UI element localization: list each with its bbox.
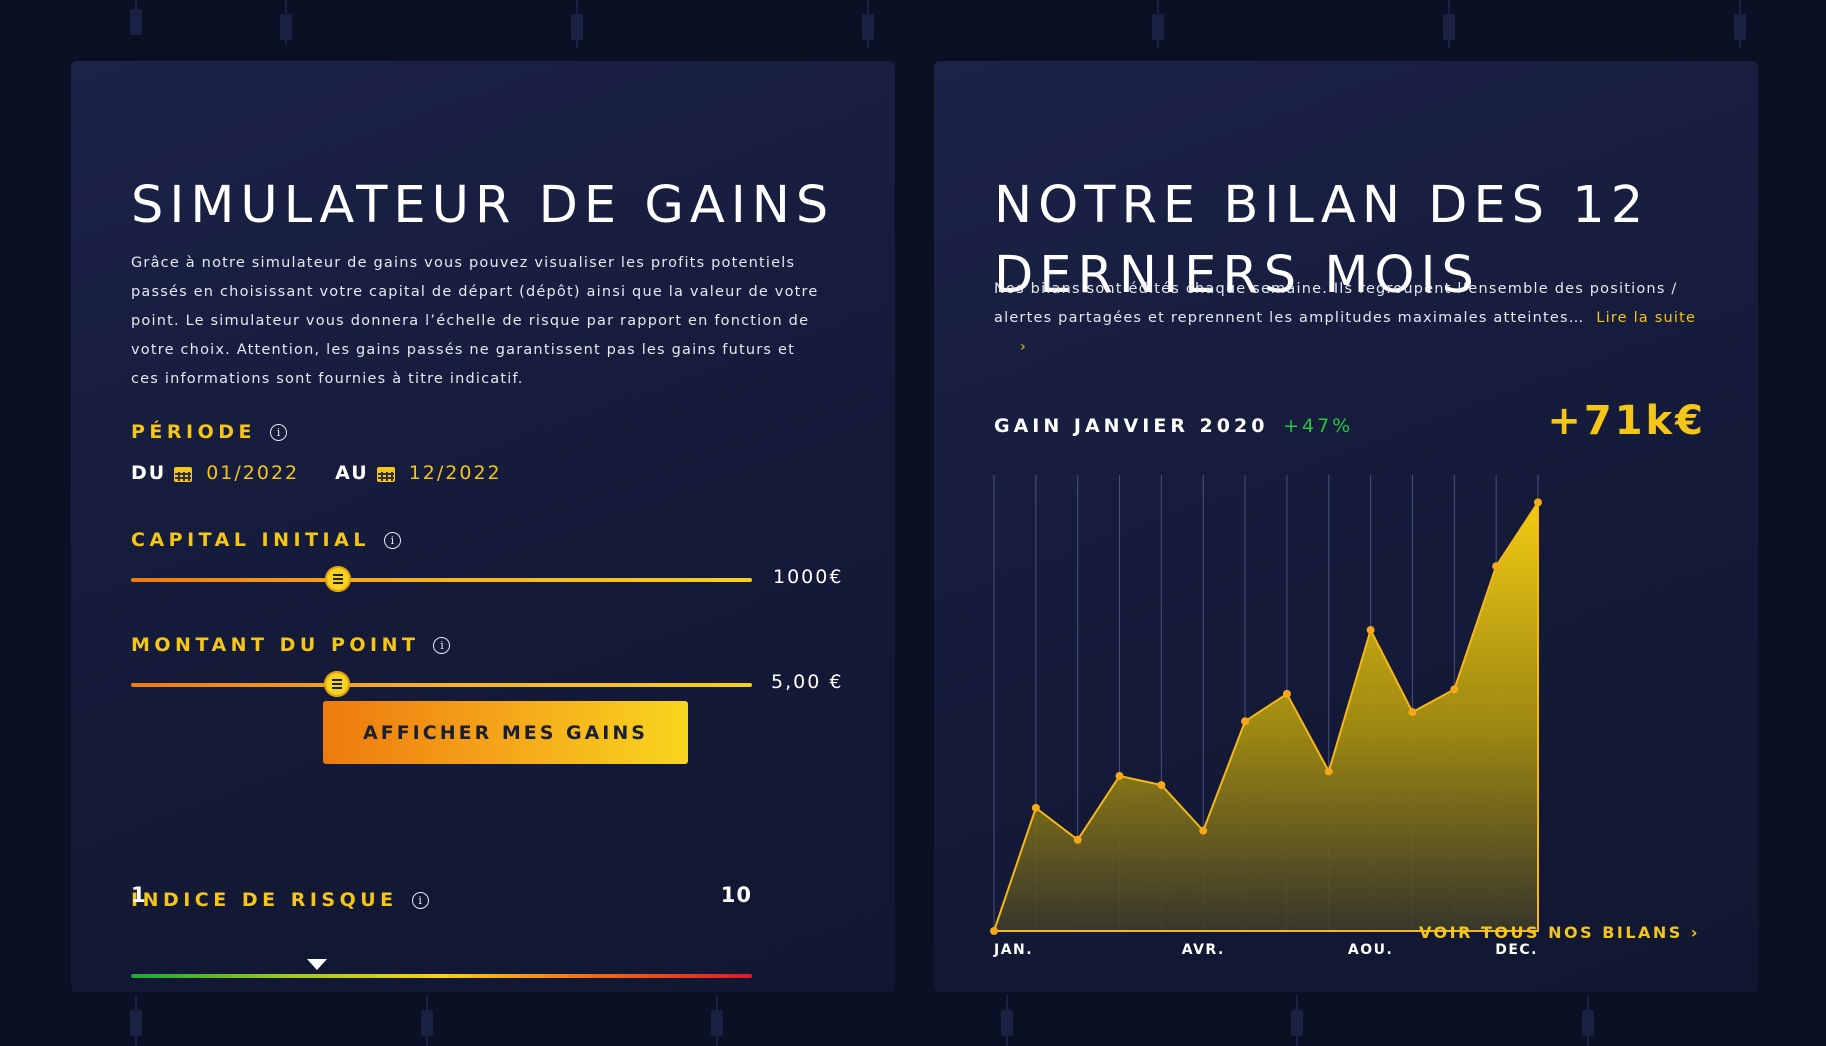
chart-x-tick-label: AOU.	[1348, 942, 1393, 958]
chart-point	[990, 927, 998, 935]
chart-point	[1366, 626, 1375, 635]
risk-scale	[131, 974, 752, 978]
gain-simulator-card: SIMULATEUR DE GAINS Grâce à notre simula…	[71, 61, 895, 992]
period-label: PÉRIODE	[131, 421, 257, 443]
chart-point	[1324, 767, 1333, 776]
point-slider-thumb[interactable]	[323, 671, 350, 697]
calendar-icon[interactable]	[174, 464, 193, 482]
chart-point	[1157, 781, 1166, 790]
chart-point	[1408, 708, 1417, 717]
chart-point	[1241, 717, 1250, 726]
chart-point	[1534, 498, 1542, 507]
chart-point	[1282, 689, 1291, 698]
capital-label-row: CAPITAL INITIAL i	[131, 529, 401, 551]
info-icon[interactable]: i	[383, 531, 401, 549]
gains-area-chart: JAN. AVR. AOU. DEC.	[990, 475, 1542, 958]
period-to-input[interactable]: 12/2022	[409, 462, 502, 484]
capital-value: 1000€	[773, 566, 844, 588]
period-from-input[interactable]: 01/2022	[206, 462, 299, 484]
point-slider[interactable]	[131, 671, 752, 697]
chart-point	[1199, 826, 1208, 835]
chart-point	[1073, 835, 1082, 844]
capital-slider-thumb[interactable]	[324, 566, 351, 592]
annual-report-card: NOTRE BILAN DES 12 DERNIERS MOIS Nos bil…	[934, 61, 1758, 992]
simulator-title: SIMULATEUR DE GAINS	[131, 176, 835, 235]
show-gains-button[interactable]: AFFICHER MES GAINS	[323, 701, 688, 764]
chart-point	[1450, 685, 1459, 694]
point-label: MONTANT DU POINT	[131, 634, 420, 656]
risk-max: 10	[720, 883, 752, 907]
chart-series-area	[992, 499, 1539, 932]
chart-point	[1492, 562, 1501, 571]
chart-point	[1115, 771, 1124, 780]
risk-min: 1	[131, 883, 147, 907]
point-value: 5,00 €	[771, 671, 844, 693]
period-from-label: DU	[131, 462, 167, 484]
chart-x-tick-label: AVR.	[1182, 942, 1225, 958]
risk-label: INDICE DE RISQUE	[131, 889, 398, 911]
period-label-row: PÉRIODE i	[131, 421, 288, 443]
chart-x-tick-label: JAN.	[993, 942, 1033, 958]
simulator-description: Grâce à notre simulateur de gains vous p…	[131, 255, 819, 387]
calendar-icon[interactable]	[376, 464, 395, 482]
period-selector: DU 01/2022 AU 12/2022	[131, 462, 502, 484]
info-icon[interactable]: i	[270, 423, 288, 441]
risk-label-row: INDICE DE RISQUE i	[131, 889, 429, 911]
capital-label: CAPITAL INITIAL	[131, 529, 370, 551]
info-icon[interactable]: i	[433, 636, 451, 654]
chart-x-tick-label: DEC.	[1495, 942, 1538, 958]
info-icon[interactable]: i	[411, 891, 429, 909]
chart-point	[1031, 803, 1040, 812]
risk-marker-icon	[307, 959, 328, 970]
see-all-reports-link[interactable]: VOIR TOUS NOS BILANS ›	[1419, 923, 1700, 942]
point-label-row: MONTANT DU POINT i	[131, 634, 451, 656]
period-to-label: AU	[335, 462, 369, 484]
capital-slider[interactable]	[131, 566, 752, 592]
